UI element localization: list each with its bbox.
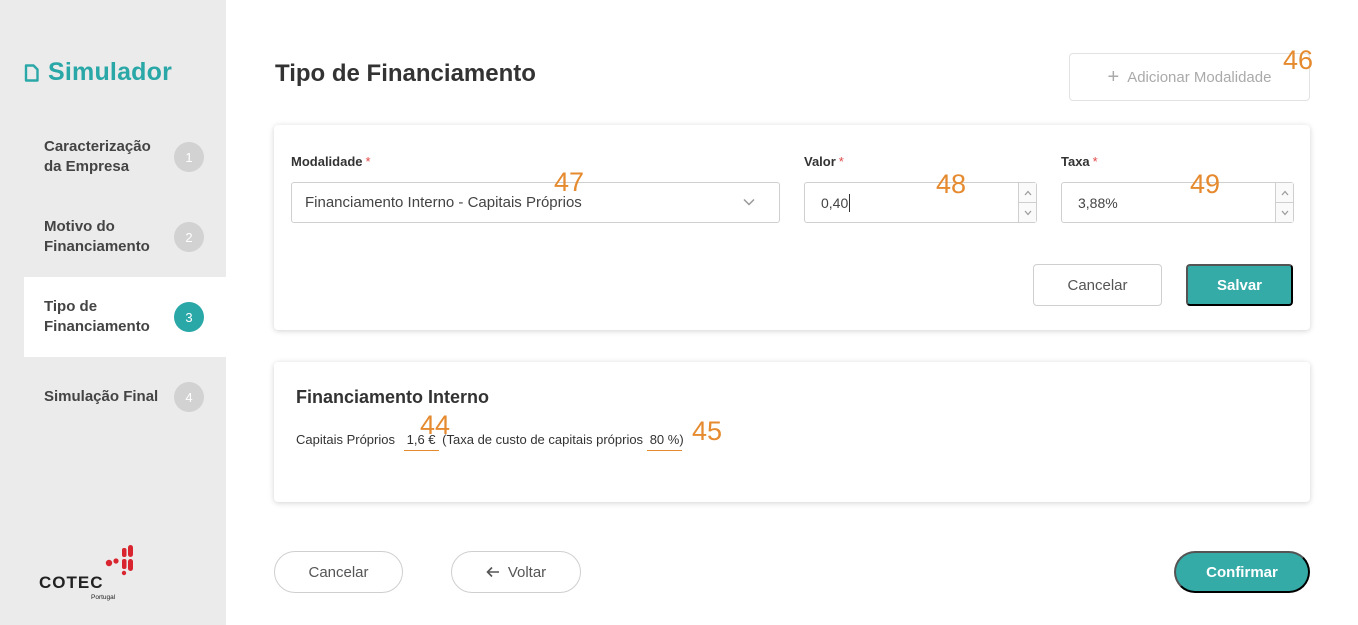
brand-title: Simulador — [48, 58, 173, 86]
taxa-spinner — [1275, 183, 1293, 222]
page-title: Tipo de Financiamento — [275, 60, 536, 87]
summary-title: Financiamento Interno — [296, 387, 490, 407]
step-number: 2 — [174, 222, 204, 252]
valor-spinner — [1018, 183, 1036, 222]
back-button[interactable]: Voltar — [451, 551, 581, 593]
summary-item-label: Capitais Próprios — [296, 432, 395, 447]
annotation-44: 44 — [420, 410, 451, 440]
arrow-left-icon — [486, 566, 499, 578]
chevron-up-icon — [1024, 190, 1031, 195]
text-cursor — [849, 193, 851, 212]
step-label: Tipo de Financiamento — [44, 298, 150, 335]
cancel-button[interactable]: Cancelar — [274, 551, 403, 593]
chevron-down-icon — [743, 198, 755, 206]
steps-nav: Caracterização da Empresa 1 Motivo do Fi… — [24, 117, 226, 437]
modalidade-form-card: Modalidade * Financiamento Interno - Capi… — [274, 125, 1310, 330]
annotation-48: 48 — [936, 169, 967, 199]
chevron-down-icon — [1024, 210, 1031, 215]
valor-decrement-button[interactable] — [1018, 202, 1036, 222]
step-number: 4 — [174, 382, 204, 412]
chevron-down-icon — [1281, 210, 1288, 215]
taxa-value: 3,88% — [1078, 194, 1118, 211]
valor-input[interactable]: 0,40 — [804, 182, 1037, 223]
chevron-up-icon — [1281, 190, 1288, 195]
step-label: Motivo do Financiamento — [44, 218, 150, 255]
step-number: 3 — [174, 302, 204, 332]
summary-line: Capitais Próprios 1,6 € (Taxa de custo d… — [296, 432, 684, 451]
document-icon — [24, 63, 39, 82]
plus-icon: + — [1107, 66, 1120, 88]
modalidade-value: Financiamento Interno - Capitais Próprio… — [305, 194, 582, 211]
add-modalidade-label: Adicionar Modalidade — [1127, 68, 1272, 86]
taxa-label: Taxa * — [1061, 154, 1098, 169]
sidebar: Simulador Caracterização da Empresa 1 Mo… — [0, 0, 226, 625]
step-label: Simulação Final — [44, 388, 159, 405]
step-label: Caracterização da Empresa — [44, 138, 151, 175]
taxa-decrement-button[interactable] — [1275, 202, 1293, 222]
annotation-45: 45 — [692, 416, 723, 446]
step-motivo[interactable]: Motivo do Financiamento 2 — [24, 197, 226, 277]
summary-rate-value[interactable]: 80 % — [646, 432, 683, 451]
step-tipo-financiamento[interactable]: Tipo de Financiamento 3 — [24, 277, 226, 357]
taxa-input[interactable]: 3,88% — [1061, 182, 1294, 223]
step-simulacao-final[interactable]: Simulação Final 4 — [24, 357, 226, 437]
cotec-logo: COTEC Portugal — [39, 545, 133, 601]
taxa-increment-button[interactable] — [1275, 183, 1293, 202]
add-modalidade-button[interactable]: + Adicionar Modalidade — [1069, 53, 1310, 101]
valor-label: Valor * — [804, 154, 844, 169]
annotation-49: 49 — [1190, 169, 1221, 199]
svg-text:Portugal: Portugal — [91, 594, 116, 601]
confirm-button[interactable]: Confirmar — [1174, 551, 1310, 593]
modalidade-select[interactable]: Financiamento Interno - Capitais Próprio… — [291, 182, 780, 223]
step-number: 1 — [174, 142, 204, 172]
summary-rate-prefix: (Taxa de custo de capitais próprios — [442, 432, 644, 447]
summary-rate-suffix: ) — [679, 432, 684, 447]
form-cancel-button[interactable]: Cancelar — [1033, 264, 1162, 306]
annotation-47: 47 — [554, 167, 585, 197]
valor-value: 0,40 — [821, 194, 849, 211]
back-label: Voltar — [507, 563, 547, 581]
annotation-46: 46 — [1283, 45, 1314, 75]
modalidade-label: Modalidade * — [291, 154, 371, 169]
form-save-button[interactable]: Salvar — [1186, 264, 1293, 306]
svg-text:COTEC: COTEC — [39, 573, 104, 592]
step-caracterizacao[interactable]: Caracterização da Empresa 1 — [24, 117, 226, 197]
valor-increment-button[interactable] — [1018, 183, 1036, 202]
brand: Simulador — [24, 58, 172, 87]
